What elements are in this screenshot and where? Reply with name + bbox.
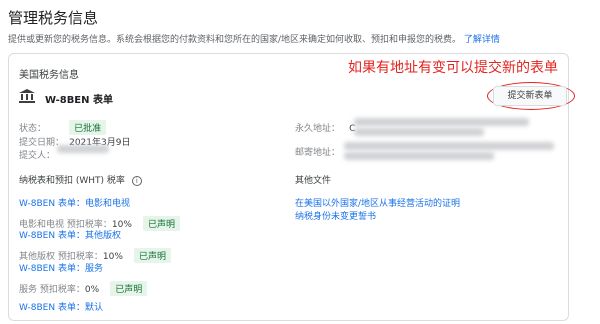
permanent-address-row: 永久地址： C	[295, 116, 355, 135]
wht-link-default[interactable]: W-8BEN 表单：默认	[19, 300, 103, 313]
submitter-label: 提交人：	[19, 151, 56, 161]
submitter-row: 提交人：	[19, 143, 55, 162]
learn-more-link[interactable]: 了解详情	[464, 35, 500, 45]
wht-rate-row-services: 服务 预扣税率：0% 已声明	[19, 277, 148, 296]
withholding-title-text: 纳税表和预扣 (WHT) 税率	[19, 176, 125, 186]
declared-badge: 已声明	[133, 248, 171, 263]
annotation-text: 如果有地址有变可以提交新的表单	[348, 60, 558, 76]
submitter-redacted	[57, 145, 109, 153]
permanent-address-redacted	[354, 118, 529, 126]
wht-rate-value: 0%	[84, 285, 100, 295]
form-name: W-8BEN 表单	[45, 95, 113, 106]
declared-badge: 已声明	[142, 216, 180, 231]
wht-link-services[interactable]: W-8BEN 表单：服务	[19, 261, 103, 274]
mailing-address-row: 邮寄地址：	[295, 140, 340, 159]
submit-new-form-button[interactable]: 提交新表单	[493, 86, 567, 106]
info-icon[interactable]: i	[131, 175, 142, 186]
card-title: 美国税务信息	[19, 70, 79, 81]
wht-link-film-tv[interactable]: W-8BEN 表单：电影和电视	[19, 196, 130, 209]
mailing-address-label: 邮寄地址：	[295, 148, 341, 158]
page-title: 管理税务信息	[8, 9, 99, 27]
mailing-address-redacted-2	[344, 152, 494, 160]
us-tax-info-card: 美国税务信息 如果有地址有变可以提交新的表单 W-8BEN 表单 提交新表单 状…	[8, 53, 575, 321]
withholding-section-title: 纳税表和预扣 (WHT) 税率 i	[19, 173, 142, 186]
declared-badge: 已声明	[110, 281, 148, 296]
wht-link-other-rights[interactable]: W-8BEN 表单：其他版权	[19, 228, 121, 241]
other-docs-title: 其他文件	[295, 176, 332, 186]
bank-icon	[19, 89, 35, 103]
other-doc-link-no-change-affidavit[interactable]: 纳税身份未变更誓书	[295, 209, 376, 222]
description-text: 提供或更新您的税务信息。系统会根据您的付款资料和您所在的国家/地区来确定如何收取…	[8, 35, 462, 45]
other-doc-link-business-proof[interactable]: 在美国以外国家/地区从事经营活动的证明	[295, 196, 460, 209]
page-description: 提供或更新您的税务信息。系统会根据您的付款资料和您所在的国家/地区来确定如何收取…	[8, 32, 500, 45]
wht-rate-label: 服务 预扣税率：	[19, 285, 85, 295]
permanent-address-label: 永久地址：	[295, 124, 341, 134]
wht-rate-value: 10%	[102, 252, 123, 262]
mailing-address-redacted	[344, 142, 554, 150]
permanent-address-redacted-2	[354, 128, 484, 136]
